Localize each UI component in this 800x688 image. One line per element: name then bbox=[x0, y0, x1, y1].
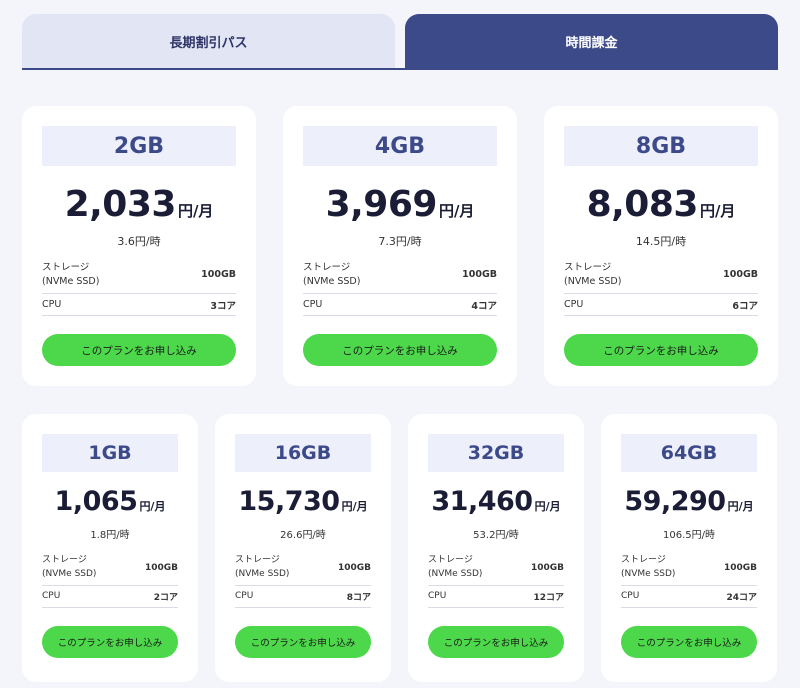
price-value: 2,033 bbox=[64, 184, 177, 225]
hourly-price: 7.3円/時 bbox=[378, 235, 422, 248]
monthly-price: 8,083 円/月 bbox=[544, 184, 778, 225]
plan-name: 4GB bbox=[303, 126, 497, 166]
hourly-price: 1.8円/時 bbox=[90, 530, 130, 541]
cpu-value: 8コア bbox=[346, 593, 371, 603]
monthly-price: 2,033 円/月 bbox=[22, 184, 256, 225]
monthly-price: 1,065 円/月 bbox=[22, 486, 198, 517]
price-unit: 円/月 bbox=[534, 500, 561, 513]
plan-card-2gb: 2GB 2,033 円/月 3.6円/時 ストレージ (NVMe SSD) 100G… bbox=[22, 106, 256, 386]
plan-card-32gb: 32GB 31,460 円/月 53.2円/時 ストレージ (NVMe SSD) 1… bbox=[408, 414, 584, 682]
storage-label: ストレージ (NVMe SSD) bbox=[303, 261, 361, 287]
plan-tabs: 長期割引パス 時間課金 bbox=[22, 14, 778, 70]
price-value: 31,460 bbox=[431, 486, 533, 517]
plan-name: 2GB bbox=[42, 126, 236, 166]
apply-button[interactable]: このプランをお申し込み bbox=[235, 626, 371, 658]
spec-cpu-row: CPU 2コア bbox=[42, 586, 178, 608]
price-unit: 円/月 bbox=[177, 202, 214, 220]
storage-value: 100GB bbox=[201, 269, 236, 280]
storage-value: 100GB bbox=[144, 562, 178, 573]
spec-storage-row: ストレージ (NVMe SSD) 100GB bbox=[564, 256, 758, 294]
cpu-label: CPU bbox=[428, 590, 447, 601]
spec-storage-row: ストレージ (NVMe SSD) 100GB bbox=[42, 550, 178, 586]
price-unit: 円/月 bbox=[699, 202, 736, 220]
spec-storage-row: ストレージ (NVMe SSD) 100GB bbox=[428, 550, 564, 586]
price-value: 8,083 bbox=[586, 184, 699, 225]
monthly-price: 3,969 円/月 bbox=[283, 184, 517, 225]
cpu-value: 24コア bbox=[726, 593, 757, 603]
cpu-label: CPU bbox=[621, 590, 640, 601]
plan-name: 1GB bbox=[42, 434, 178, 472]
storage-value: 100GB bbox=[723, 562, 757, 573]
spec-storage-row: ストレージ (NVMe SSD) 100GB bbox=[235, 550, 371, 586]
monthly-price: 15,730 円/月 bbox=[215, 486, 391, 517]
cpu-value: 4コア bbox=[471, 300, 497, 312]
hourly-price: 26.6円/時 bbox=[280, 530, 326, 541]
plan-name: 64GB bbox=[621, 434, 757, 472]
plan-card-16gb: 16GB 15,730 円/月 26.6円/時 ストレージ (NVMe SSD) 1… bbox=[215, 414, 391, 682]
hourly-price: 106.5円/時 bbox=[663, 530, 715, 541]
storage-label: ストレージ (NVMe SSD) bbox=[42, 261, 100, 287]
price-unit: 円/月 bbox=[139, 500, 166, 513]
price-unit: 円/月 bbox=[438, 202, 475, 220]
apply-button[interactable]: このプランをお申し込み bbox=[621, 626, 757, 658]
cpu-label: CPU bbox=[303, 298, 323, 310]
cpu-label: CPU bbox=[42, 298, 62, 310]
storage-value: 100GB bbox=[723, 269, 758, 280]
tab-long-term-pass[interactable]: 長期割引パス bbox=[22, 14, 395, 68]
spec-storage-row: ストレージ (NVMe SSD) 100GB bbox=[303, 256, 497, 294]
cpu-label: CPU bbox=[235, 590, 254, 601]
plan-card-8gb: 8GB 8,083 円/月 14.5円/時 ストレージ (NVMe SSD) 100… bbox=[544, 106, 778, 386]
price-value: 59,290 bbox=[624, 486, 726, 517]
tab-hourly-billing[interactable]: 時間課金 bbox=[405, 14, 778, 68]
cpu-value: 3コア bbox=[210, 300, 236, 312]
spec-cpu-row: CPU 3コア bbox=[42, 294, 236, 316]
cpu-label: CPU bbox=[564, 298, 584, 310]
cpu-label: CPU bbox=[42, 590, 61, 601]
storage-label: ストレージ (NVMe SSD) bbox=[42, 555, 97, 579]
cpu-value: 6コア bbox=[732, 300, 758, 312]
hourly-price: 14.5円/時 bbox=[635, 235, 687, 248]
spec-cpu-row: CPU 24コア bbox=[621, 586, 757, 608]
spec-cpu-row: CPU 8コア bbox=[235, 586, 371, 608]
plan-name: 8GB bbox=[564, 126, 758, 166]
plan-card-4gb: 4GB 3,969 円/月 7.3円/時 ストレージ (NVMe SSD) 100G… bbox=[283, 106, 517, 386]
apply-button[interactable]: このプランをお申し込み bbox=[42, 334, 236, 366]
apply-button[interactable]: このプランをお申し込み bbox=[42, 626, 178, 658]
price-value: 3,969 bbox=[325, 184, 438, 225]
plan-card-64gb: 64GB 59,290 円/月 106.5円/時 ストレージ (NVMe SSD) … bbox=[601, 414, 777, 682]
apply-button[interactable]: このプランをお申し込み bbox=[428, 626, 564, 658]
apply-button[interactable]: このプランをお申し込み bbox=[303, 334, 497, 366]
price-unit: 円/月 bbox=[341, 500, 368, 513]
spec-cpu-row: CPU 4コア bbox=[303, 294, 497, 316]
plan-name: 32GB bbox=[428, 434, 564, 472]
storage-value: 100GB bbox=[462, 269, 497, 280]
cpu-value: 12コア bbox=[533, 593, 564, 603]
cpu-value: 2コア bbox=[153, 593, 178, 603]
monthly-price: 31,460 円/月 bbox=[408, 486, 584, 517]
apply-button[interactable]: このプランをお申し込み bbox=[564, 334, 758, 366]
spec-storage-row: ストレージ (NVMe SSD) 100GB bbox=[42, 256, 236, 294]
spec-cpu-row: CPU 6コア bbox=[564, 294, 758, 316]
storage-label: ストレージ (NVMe SSD) bbox=[428, 555, 483, 579]
plan-name: 16GB bbox=[235, 434, 371, 472]
spec-cpu-row: CPU 12コア bbox=[428, 586, 564, 608]
storage-value: 100GB bbox=[530, 562, 564, 573]
storage-label: ストレージ (NVMe SSD) bbox=[564, 261, 622, 287]
price-unit: 円/月 bbox=[727, 500, 754, 513]
price-value: 15,730 bbox=[238, 486, 340, 517]
storage-label: ストレージ (NVMe SSD) bbox=[621, 555, 676, 579]
monthly-price: 59,290 円/月 bbox=[601, 486, 777, 517]
hourly-price: 3.6円/時 bbox=[117, 235, 161, 248]
price-value: 1,065 bbox=[54, 486, 138, 517]
plan-card-1gb: 1GB 1,065 円/月 1.8円/時 ストレージ (NVMe SSD) 100G… bbox=[22, 414, 198, 682]
hourly-price: 53.2円/時 bbox=[473, 530, 519, 541]
storage-label: ストレージ (NVMe SSD) bbox=[235, 555, 290, 579]
storage-value: 100GB bbox=[337, 562, 371, 573]
spec-storage-row: ストレージ (NVMe SSD) 100GB bbox=[621, 550, 757, 586]
